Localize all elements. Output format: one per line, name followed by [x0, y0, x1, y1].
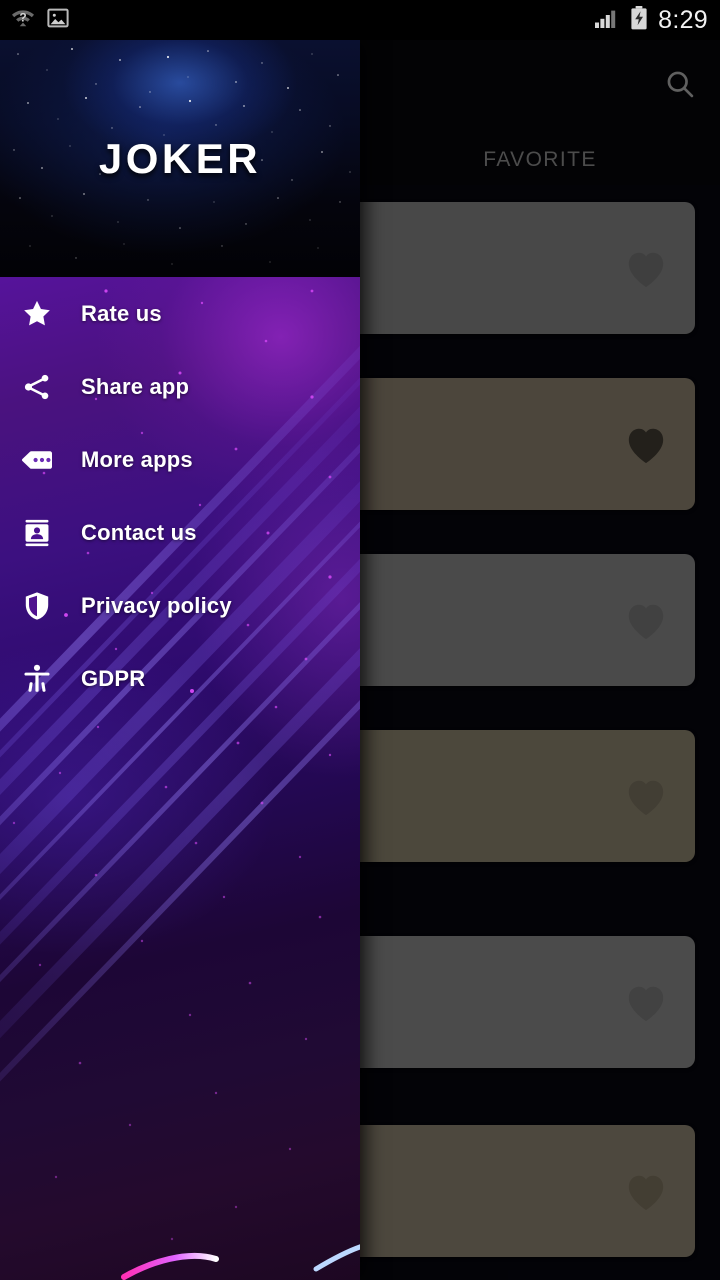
share-icon: [16, 366, 58, 408]
menu-item-label: Share app: [81, 373, 190, 399]
status-bar: ? 8:29: [0, 0, 720, 40]
menu-item-label: Privacy policy: [81, 592, 232, 618]
menu-item-contact-us[interactable]: Contact us: [0, 496, 360, 569]
menu-item-gdpr[interactable]: GDPR: [0, 642, 360, 715]
menu-item-privacy-policy[interactable]: Privacy policy: [0, 569, 360, 642]
drawer-app-title: JOKER: [98, 134, 262, 182]
status-bar-right-icons: 8:29: [594, 0, 708, 40]
status-bar-left-icons: ?: [10, 0, 70, 40]
shield-icon: [16, 585, 58, 627]
menu-item-label: Contact us: [81, 519, 197, 545]
drawer-scrim[interactable]: [360, 40, 720, 1280]
menu-item-rate-us[interactable]: Rate us: [0, 277, 360, 350]
phone-screen: FAVORITE JOKER Rate us Share app More ap…: [0, 0, 720, 1280]
drawer-body: Rate us Share app More apps Contact us P…: [0, 277, 360, 1280]
signal-bars-icon: [594, 6, 620, 35]
accessibility-icon: [16, 658, 58, 700]
more-apps-icon: [16, 439, 58, 481]
battery-charging-icon: [629, 5, 649, 36]
navigation-drawer: JOKER Rate us Share app More apps Contac…: [0, 40, 360, 1280]
status-bar-clock: 8:29: [658, 5, 708, 34]
wifi-question-icon: ?: [10, 6, 36, 35]
menu-item-label: Rate us: [81, 300, 162, 326]
drawer-header: JOKER: [0, 40, 360, 277]
menu-item-share-app[interactable]: Share app: [0, 350, 360, 423]
svg-text:?: ?: [19, 10, 26, 24]
image-icon: [46, 6, 70, 35]
menu-item-more-apps[interactable]: More apps: [0, 423, 360, 496]
drawer-menu: Rate us Share app More apps Contact us P…: [0, 277, 360, 715]
contact-card-icon: [16, 512, 58, 554]
menu-item-label: More apps: [81, 446, 193, 472]
star-icon: [16, 293, 58, 335]
menu-item-label: GDPR: [81, 665, 146, 691]
